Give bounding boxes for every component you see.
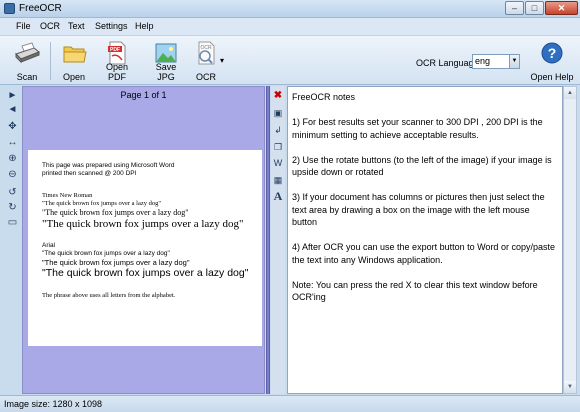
save-text-icon[interactable]: ▣	[272, 107, 284, 119]
export-word-icon[interactable]: W	[272, 157, 284, 169]
next-page-icon[interactable]: ►	[6, 90, 19, 102]
save-jpg-label: Save JPG	[155, 62, 177, 82]
doc-line: "The quick brown fox jumps over a lazy d…	[42, 218, 244, 230]
text-scrollbar[interactable]: ▲ ▼	[563, 86, 577, 394]
toolbar: Scan Open PDF Open PDF Save JPG OCR OCR …	[0, 35, 580, 85]
pane-splitter[interactable]	[266, 86, 270, 394]
menu-settings[interactable]: Settings	[95, 21, 128, 31]
fit-width-icon[interactable]: ↔	[6, 137, 19, 149]
zoom-out-icon[interactable]: ⊖	[6, 169, 19, 181]
doc-line: printed then scanned @ 200 DPI	[42, 170, 137, 177]
pan-icon[interactable]: ✥	[6, 121, 19, 133]
doc-line: "The quick brown fox jumps over a lazy d…	[42, 258, 190, 267]
menu-ocr[interactable]: OCR	[40, 21, 60, 31]
close-button[interactable]: ✕	[545, 1, 578, 15]
copy-text-icon[interactable]: ❐	[272, 141, 284, 153]
open-pdf-button[interactable]: PDF Open PDF	[96, 38, 138, 84]
scan-label: Scan	[16, 72, 38, 82]
chevron-down-icon: ▼	[509, 55, 519, 68]
doc-line: "The quick brown fox jumps over a lazy d…	[42, 250, 170, 257]
ocr-language-select[interactable]: eng ▼	[472, 54, 520, 69]
scanned-document[interactable]: This page was prepared using Microsoft W…	[28, 150, 262, 346]
status-bar: Image size: 1280 x 1098	[0, 395, 580, 412]
save-jpg-button[interactable]: Save JPG	[146, 38, 186, 84]
folder-icon	[63, 46, 87, 63]
ocr-label: OCR	[196, 72, 216, 82]
app-icon	[4, 3, 15, 14]
minimize-button[interactable]: –	[505, 1, 524, 15]
doc-line: Times New Roman	[42, 192, 93, 199]
ocr-dropdown-arrow[interactable]: ▾	[220, 56, 224, 65]
doc-line: Arial	[42, 242, 56, 249]
export-icon[interactable]: ▦	[272, 174, 284, 186]
help-glyph: ?	[548, 45, 557, 61]
prev-page-icon[interactable]: ◄	[6, 104, 19, 116]
zoom-in-icon[interactable]: ⊕	[6, 153, 19, 165]
help-icon: ?	[541, 42, 563, 64]
doc-line: The phrase above uses all letters from t…	[42, 292, 176, 299]
rotate-left-icon[interactable]: ↺	[6, 187, 19, 199]
toolbar-separator	[50, 42, 51, 80]
doc-line: "The quick brown fox jumps over a lazy d…	[42, 200, 162, 207]
title-bar: FreeOCR – □ ✕	[0, 0, 580, 18]
open-pdf-label: Open PDF	[105, 62, 129, 82]
doc-line: This page was prepared using Microsoft W…	[42, 162, 175, 169]
pdf-badge-text: PDF	[110, 47, 120, 53]
image-size-status: Image size: 1280 x 1098	[4, 399, 103, 409]
window-title: FreeOCR	[19, 3, 62, 14]
open-label: Open	[62, 72, 86, 82]
ocr-text-area[interactable]: FreeOCR notes 1) For best results set yo…	[287, 86, 563, 394]
menu-file[interactable]: File	[16, 21, 31, 31]
clear-text-icon[interactable]: ✖	[272, 90, 284, 102]
maximize-button[interactable]: □	[525, 1, 544, 15]
doc-line: "The quick brown fox jumps over a lazy d…	[42, 267, 249, 279]
image-pane[interactable]: Page 1 of 1 This page was prepared using…	[22, 86, 265, 394]
ocr-magnifier-icon: OCR	[198, 41, 215, 65]
wrap-text-icon[interactable]: ↲	[272, 124, 284, 136]
open-button[interactable]: Open	[56, 38, 92, 84]
doc-line: "The quick brown fox jumps over a lazy d…	[42, 208, 189, 217]
image-tools: ► ◄ ✥ ↔ ⊕ ⊖ ↺ ↻ ▭	[4, 86, 20, 394]
ocr-language-value: eng	[475, 56, 491, 66]
scroll-down-icon[interactable]: ▼	[564, 381, 576, 393]
ocr-badge-text: OCR	[200, 45, 212, 51]
notes-text[interactable]: FreeOCR notes 1) For best results set yo…	[292, 91, 556, 304]
menu-text[interactable]: Text	[68, 21, 85, 31]
select-area-icon[interactable]: ▭	[6, 217, 19, 229]
page-indicator: Page 1 of 1	[120, 90, 167, 100]
menu-bar: File OCR Text Settings Help	[0, 18, 580, 35]
menu-help[interactable]: Help	[135, 21, 154, 31]
ocr-button[interactable]: OCR OCR	[190, 38, 222, 84]
font-icon[interactable]: A	[272, 190, 284, 202]
rotate-right-icon[interactable]: ↻	[6, 202, 19, 214]
scan-button[interactable]: Scan	[8, 38, 46, 84]
scanner-icon	[15, 42, 40, 64]
open-help-button[interactable]: ? Open Help	[530, 38, 574, 84]
text-tools: ✖ ▣ ↲ ❐ W ▦ A	[271, 86, 285, 394]
open-help-label: Open Help	[530, 72, 574, 82]
scroll-up-icon[interactable]: ▲	[564, 87, 576, 99]
